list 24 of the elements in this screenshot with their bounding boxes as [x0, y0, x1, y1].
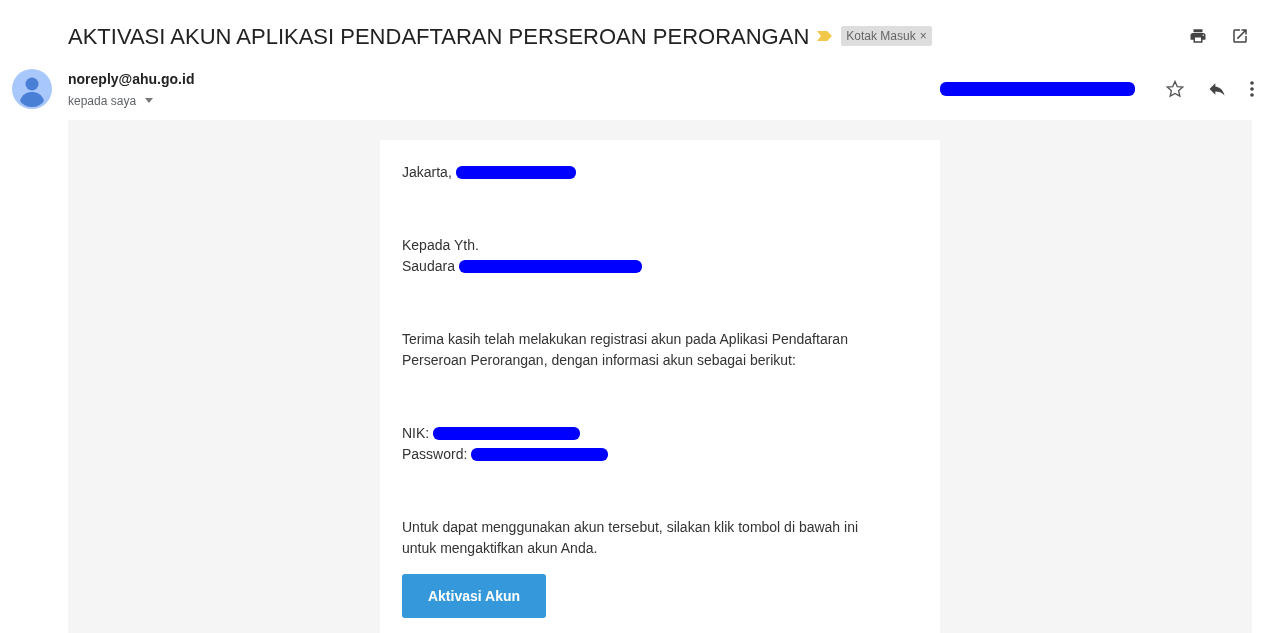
print-button[interactable]	[1189, 27, 1207, 45]
important-marker-icon[interactable]	[817, 30, 834, 42]
new-window-button[interactable]	[1231, 27, 1249, 45]
avatar-icon	[12, 69, 52, 109]
more-button[interactable]	[1249, 80, 1255, 98]
star-icon	[1165, 79, 1185, 99]
sender-email: noreply@ahu.go.id	[68, 69, 195, 89]
letter-text: Jakarta,	[402, 164, 452, 180]
letter-text: Saudara	[402, 258, 455, 274]
recipient-text: kepada saya	[68, 92, 137, 110]
letter-text: Untuk dapat menggunakan akun tersebut, silakan klik tombol di bawah ini untuk mengaktifkan akun Anda.	[402, 519, 859, 556]
letter-text: NIK:	[402, 425, 430, 441]
more-vertical-icon	[1249, 80, 1255, 98]
letter-text: Password:	[402, 446, 468, 462]
open-external-icon	[1231, 27, 1249, 45]
printer-icon	[1189, 27, 1207, 45]
label-text: Kotak Masuk	[846, 28, 916, 45]
star-button[interactable]	[1165, 79, 1185, 99]
letter-text: Kepada Yth.	[402, 237, 479, 253]
caret-icon[interactable]	[144, 97, 155, 104]
remove-label-button[interactable]: ×	[919, 27, 927, 45]
letter-text: Terima kasih telah melakukan registrasi akun pada Aplikasi Pendaftaran Perseroan Perorangan, dengan informasi akun sebagai berikut:	[402, 331, 848, 368]
activate-account-button[interactable]: Aktivasi Akun	[402, 574, 546, 618]
email-subject: AKTIVASI AKUN APLIKASI PENDAFTARAN PERSEROAN PERORANGAN	[68, 22, 810, 51]
